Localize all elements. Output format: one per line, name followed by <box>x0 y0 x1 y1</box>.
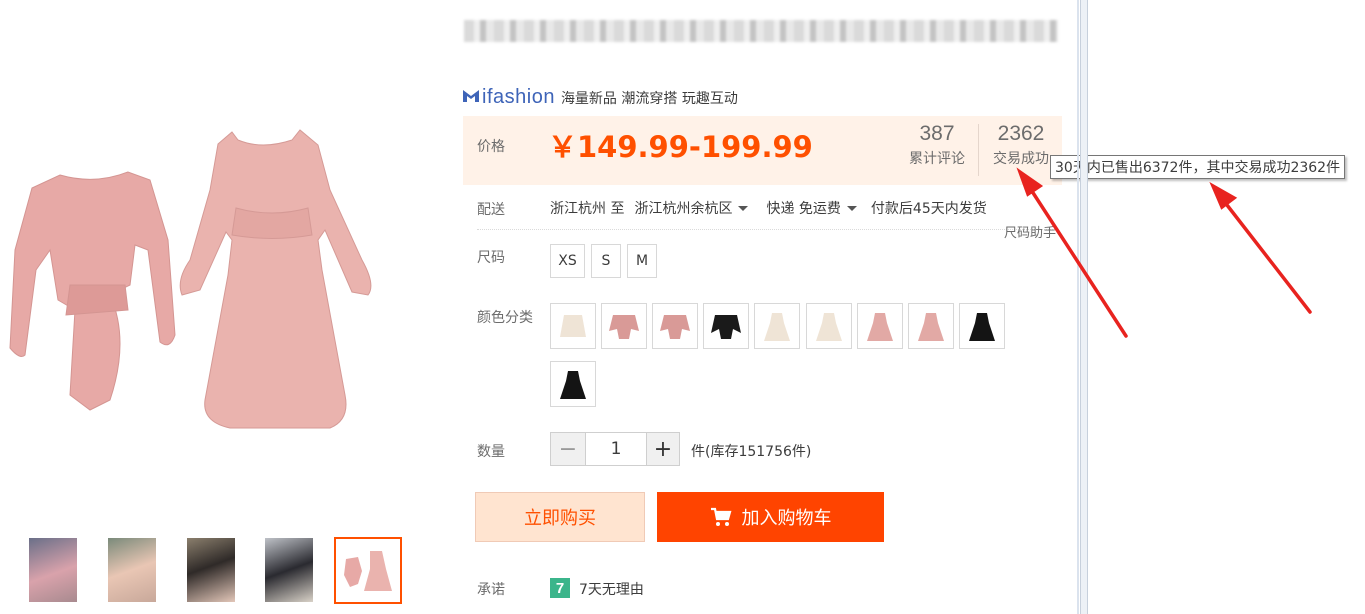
red-arrowhead-2 <box>1209 181 1238 210</box>
red-arrow-1 <box>1024 180 1128 338</box>
annotation-arrows <box>1016 167 1312 338</box>
red-arrowhead-1 <box>1016 167 1044 197</box>
red-arrow-2 <box>1218 194 1312 314</box>
